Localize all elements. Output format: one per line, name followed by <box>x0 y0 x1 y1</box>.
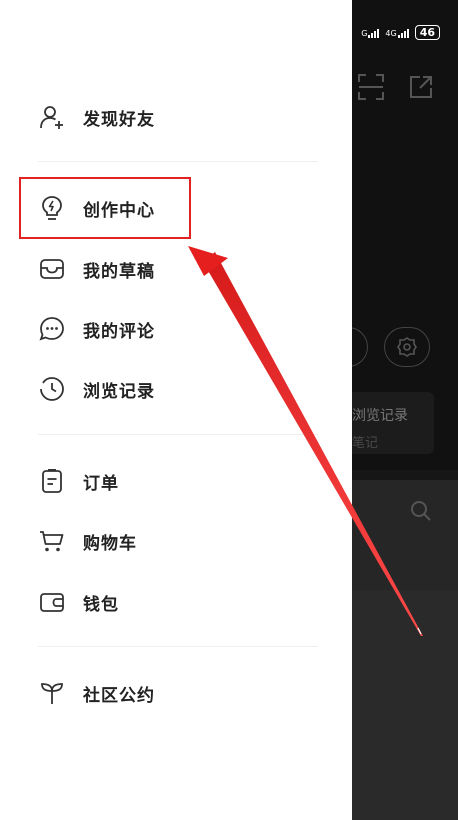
bg-search-panel <box>352 480 458 590</box>
side-drawer: 发现好友 创作中心 我的草稿 我的评论 浏览记录 订单 购物车 钱包 社区公约 <box>0 0 352 820</box>
background-app: G 4G 46 浏览记录 笔记 <box>322 0 458 820</box>
menu-label-orders: 订单 <box>83 473 119 494</box>
scan-icon[interactable] <box>358 74 384 100</box>
status-bar: G 4G 46 <box>361 25 440 40</box>
settings-button[interactable] <box>384 327 430 367</box>
menu-label-my-comments: 我的评论 <box>83 321 155 342</box>
clipboard-icon <box>38 467 66 495</box>
menu-item-orders[interactable]: 订单 <box>38 461 318 501</box>
menu-item-community-rules[interactable]: 社区公约 <box>38 673 318 713</box>
wallet-icon <box>38 588 66 616</box>
menu-label-find-friends: 发现好友 <box>83 109 155 130</box>
settings-icon <box>397 337 417 357</box>
bg-notes-label: 笔记 <box>352 436 379 451</box>
signal-1: G <box>361 28 380 38</box>
sprout-icon <box>38 679 66 707</box>
history-clock-icon <box>38 375 66 403</box>
shopping-cart-icon <box>38 527 66 555</box>
menu-item-cart[interactable]: 购物车 <box>38 521 318 561</box>
menu-item-history[interactable]: 浏览记录 <box>38 369 318 409</box>
signal-bars-2-icon <box>397 28 409 38</box>
menu-label-cart: 购物车 <box>83 533 137 554</box>
divider-3 <box>38 646 318 647</box>
menu-label-community-rules: 社区公约 <box>83 685 155 706</box>
menu-item-wallet[interactable]: 钱包 <box>38 582 318 622</box>
inbox-icon <box>38 255 66 283</box>
signal-2: 4G <box>385 28 409 38</box>
share-icon[interactable] <box>408 74 434 100</box>
add-user-icon <box>38 103 66 131</box>
battery-indicator: 46 <box>414 25 440 40</box>
menu-item-my-comments[interactable]: 我的评论 <box>38 309 318 349</box>
divider-2 <box>38 434 318 435</box>
search-icon[interactable] <box>410 500 432 522</box>
divider-1 <box>38 161 318 162</box>
menu-item-my-drafts[interactable]: 我的草稿 <box>38 249 318 289</box>
chat-bubble-icon <box>38 315 66 343</box>
signal-bars-1-icon <box>368 28 380 38</box>
bg-history-label: 浏览记录 <box>352 408 408 424</box>
menu-label-wallet: 钱包 <box>83 594 119 615</box>
bg-lower-area <box>352 590 458 820</box>
menu-item-find-friends[interactable]: 发现好友 <box>38 97 318 137</box>
annotation-highlight-box <box>19 177 191 239</box>
menu-label-history: 浏览记录 <box>83 381 155 402</box>
menu-label-my-drafts: 我的草稿 <box>83 261 155 282</box>
